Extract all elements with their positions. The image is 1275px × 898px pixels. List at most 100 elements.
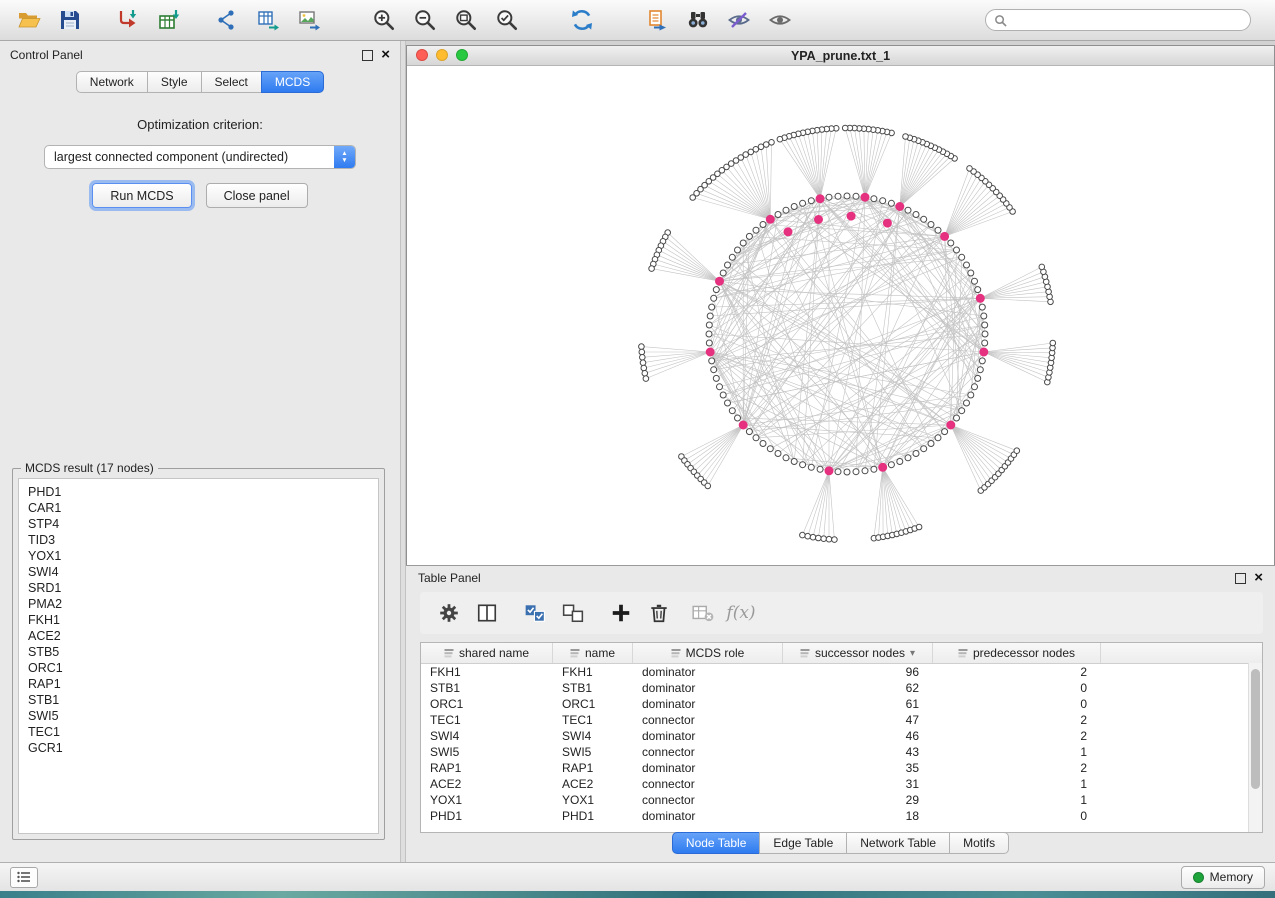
graph-node[interactable]	[982, 322, 988, 328]
deselect-all-button[interactable]	[554, 596, 592, 630]
graph-node[interactable]	[775, 212, 781, 218]
mcds-result-item[interactable]: ACE2	[28, 628, 369, 644]
tab-select[interactable]: Select	[201, 71, 262, 93]
column-header-successor-nodes[interactable]: successor nodes▾	[783, 643, 933, 663]
graph-node[interactable]	[746, 233, 752, 239]
graph-node[interactable]	[706, 331, 712, 337]
search-box[interactable]	[985, 9, 1251, 31]
graph-hub-node[interactable]	[883, 219, 891, 227]
tab-network-table[interactable]: Network Table	[846, 832, 950, 854]
column-header-predecessor-nodes[interactable]: predecessor nodes	[933, 643, 1101, 663]
graph-node[interactable]	[968, 392, 974, 398]
graph-leaf-node[interactable]	[769, 140, 775, 146]
mcds-result-list[interactable]: PHD1CAR1STP4TID3YOX1SWI4SRD1PMA2FKH1ACE2…	[18, 478, 379, 834]
zoom-fit-button[interactable]	[447, 4, 485, 36]
graph-node[interactable]	[706, 340, 712, 346]
graph-hub-node[interactable]	[815, 216, 823, 224]
graph-node[interactable]	[979, 304, 985, 310]
graph-node[interactable]	[975, 287, 981, 293]
graph-node[interactable]	[706, 322, 712, 328]
graph-leaf-node[interactable]	[640, 360, 646, 366]
table-settings-button[interactable]	[430, 596, 468, 630]
zoom-out-button[interactable]	[406, 4, 444, 36]
graph-hub-node[interactable]	[976, 294, 984, 302]
graph-node[interactable]	[948, 240, 954, 246]
graph-node[interactable]	[720, 270, 726, 276]
graph-leaf-node[interactable]	[903, 134, 909, 140]
graph-node[interactable]	[760, 441, 766, 447]
graph-hub-node[interactable]	[766, 215, 774, 223]
graph-node[interactable]	[977, 367, 983, 373]
zoom-selected-button[interactable]	[488, 4, 526, 36]
graph-node[interactable]	[717, 384, 723, 390]
graph-node[interactable]	[871, 466, 877, 472]
graph-leaf-node[interactable]	[643, 376, 649, 382]
graph-node[interactable]	[767, 446, 773, 452]
network-graph[interactable]	[407, 66, 1274, 565]
graph-leaf-node[interactable]	[690, 195, 696, 201]
graph-leaf-node[interactable]	[705, 483, 711, 489]
graph-node[interactable]	[921, 446, 927, 452]
graph-node[interactable]	[835, 193, 841, 199]
select-all-button[interactable]	[516, 596, 554, 630]
graph-node[interactable]	[729, 408, 735, 414]
graph-node[interactable]	[982, 340, 988, 346]
graph-node[interactable]	[964, 262, 970, 268]
network-view-window[interactable]: YPA_prune.txt_1	[406, 45, 1275, 565]
dropdown-stepper-icon[interactable]: ▲ ▼	[334, 146, 355, 168]
graph-node[interactable]	[905, 455, 911, 461]
task-history-button[interactable]	[10, 867, 38, 888]
find-button[interactable]	[679, 4, 717, 36]
graph-node[interactable]	[707, 313, 713, 319]
graph-hub-node[interactable]	[825, 467, 833, 475]
apply-layout-button[interactable]	[563, 4, 601, 36]
graph-leaf-node[interactable]	[821, 536, 827, 542]
graph-node[interactable]	[713, 375, 719, 381]
mcds-result-item[interactable]: STP4	[28, 516, 369, 532]
graph-node[interactable]	[853, 193, 859, 199]
graph-node[interactable]	[709, 304, 715, 310]
graph-hub-node[interactable]	[861, 193, 869, 201]
graph-node[interactable]	[959, 254, 965, 260]
table-row[interactable]: SWI4SWI4dominator462	[421, 728, 1262, 744]
table-row[interactable]: ACE2ACE2connector311	[421, 776, 1262, 792]
graph-node[interactable]	[817, 466, 823, 472]
export-image-button[interactable]	[290, 4, 328, 36]
close-table-panel-icon[interactable]: ×	[1254, 572, 1263, 584]
graph-node[interactable]	[729, 254, 735, 260]
graph-leaf-node[interactable]	[1014, 448, 1020, 454]
graph-leaf-node[interactable]	[1050, 340, 1056, 346]
table-row[interactable]: STB1STB1dominator620	[421, 680, 1262, 696]
function-builder-button[interactable]: f(x)	[722, 596, 760, 630]
criterion-dropdown[interactable]: largest connected component (undirected)…	[44, 145, 356, 169]
graph-node[interactable]	[954, 415, 960, 421]
graph-node[interactable]	[746, 429, 752, 435]
export-network-button[interactable]	[208, 4, 246, 36]
graph-node[interactable]	[740, 240, 746, 246]
graph-node[interactable]	[959, 408, 965, 414]
graph-leaf-node[interactable]	[826, 536, 832, 542]
graph-hub-node[interactable]	[784, 228, 792, 236]
graph-leaf-node[interactable]	[842, 125, 848, 131]
graph-leaf-node[interactable]	[916, 524, 922, 530]
graph-leaf-node[interactable]	[832, 537, 838, 543]
run-mcds-button[interactable]: Run MCDS	[92, 183, 191, 208]
graph-node[interactable]	[972, 384, 978, 390]
graph-leaf-node[interactable]	[816, 535, 822, 541]
graph-node[interactable]	[964, 400, 970, 406]
copy-style-button[interactable]	[638, 4, 676, 36]
table-row[interactable]: TEC1TEC1connector472	[421, 712, 1262, 728]
graph-node[interactable]	[888, 200, 894, 206]
graph-node[interactable]	[735, 415, 741, 421]
graph-hub-node[interactable]	[879, 463, 887, 471]
graph-hub-node[interactable]	[896, 203, 904, 211]
graph-node[interactable]	[905, 207, 911, 213]
mcds-result-item[interactable]: STB5	[28, 644, 369, 660]
graph-node[interactable]	[753, 227, 759, 233]
mcds-result-item[interactable]: SWI4	[28, 564, 369, 580]
float-table-panel-icon[interactable]	[1235, 573, 1246, 584]
add-column-button[interactable]	[602, 596, 640, 630]
graph-node[interactable]	[753, 435, 759, 441]
graph-leaf-node[interactable]	[810, 534, 816, 540]
mcds-result-item[interactable]: CAR1	[28, 500, 369, 516]
